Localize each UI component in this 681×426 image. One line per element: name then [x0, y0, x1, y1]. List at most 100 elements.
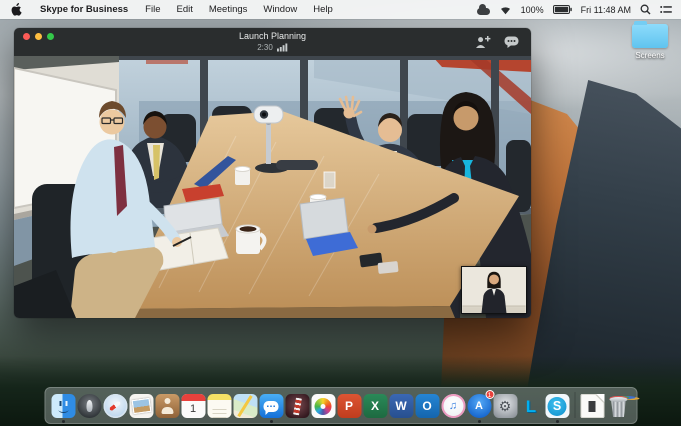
messages-icon: … — [259, 394, 283, 418]
maps-icon — [233, 394, 257, 418]
menu-left: Skype for Business FileEditMeetingsWindo… — [0, 3, 341, 16]
water-glass — [324, 172, 335, 188]
add-participant-icon[interactable] — [475, 36, 491, 48]
preview-icon — [129, 394, 153, 418]
dock-item-maps[interactable] — [233, 394, 257, 418]
notification-badge: 1 — [485, 390, 494, 399]
dock-item-app-store[interactable]: A1 — [467, 394, 491, 418]
surface-tablet — [300, 198, 348, 239]
menu-bar: Skype for Business FileEditMeetingsWindo… — [0, 0, 681, 19]
contacts-icon — [155, 394, 179, 418]
dock-item-skype-business[interactable]: S — [545, 394, 569, 418]
folder-label: Screens — [620, 51, 680, 60]
system-preferences-icon: ⚙ — [493, 394, 517, 418]
document-icon — [580, 394, 604, 418]
dock-item-preview[interactable] — [129, 394, 153, 418]
call-video-area — [14, 56, 531, 318]
self-view-scene — [462, 267, 526, 313]
menu-status-area: 100% Fri 11:48 AM — [477, 4, 681, 15]
menu-window[interactable]: Window — [255, 4, 305, 15]
self-view-video[interactable] — [461, 266, 527, 314]
excel-icon: X — [363, 394, 387, 418]
dock-item-contacts[interactable] — [155, 394, 179, 418]
dock-item-trash[interactable] — [606, 394, 630, 418]
cloud-icon[interactable] — [477, 8, 490, 15]
dock-item-system-preferences[interactable]: ⚙ — [493, 394, 517, 418]
folder-icon — [632, 24, 668, 48]
running-indicator — [62, 420, 65, 423]
calendar-icon: 1 — [181, 394, 205, 418]
powerpoint-glyph: P — [345, 400, 353, 412]
battery-percent[interactable]: 100% — [521, 5, 544, 15]
system-preferences-glyph: ⚙ — [499, 399, 512, 413]
dock: 1…PXWO♫A1⚙LS — [44, 387, 637, 424]
trash-icon — [606, 394, 630, 418]
launchpad-icon — [77, 394, 101, 418]
notes-icon — [207, 394, 231, 418]
call-window: Launch Planning 2:30 — [14, 28, 531, 318]
finder-icon — [51, 394, 75, 418]
running-indicator — [556, 420, 559, 423]
apple-logo-icon — [11, 3, 22, 16]
outlook-glyph: O — [422, 400, 431, 412]
desktop: { "menu_bar": { "app_name": "Skype for B… — [0, 0, 681, 426]
menu-clock[interactable]: Fri 11:48 AM — [581, 5, 631, 15]
photo-booth-icon — [285, 394, 309, 418]
app-store-glyph: A — [475, 401, 483, 412]
itunes-icon: ♫ — [441, 394, 465, 418]
wifi-icon[interactable] — [499, 4, 512, 15]
itunes-glyph: ♫ — [449, 401, 457, 412]
word-glyph: W — [395, 400, 406, 412]
dock-item-outlook[interactable]: O — [415, 394, 439, 418]
titlebar-center: Launch Planning 2:30 — [14, 31, 531, 52]
dock-item-photo-booth[interactable] — [285, 394, 309, 418]
dock-item-powerpoint[interactable]: P — [337, 394, 361, 418]
dock-item-excel[interactable]: X — [363, 394, 387, 418]
chat-icon[interactable] — [504, 36, 519, 48]
signal-strength-icon — [277, 43, 288, 52]
battery-icon[interactable] — [553, 5, 572, 14]
menu-app-name[interactable]: Skype for Business — [31, 4, 137, 15]
skype-business-glyph: S — [548, 397, 567, 416]
photos-icon — [311, 394, 335, 418]
outlook-icon: O — [415, 394, 439, 418]
excel-glyph: X — [371, 400, 379, 412]
lync-glyph: L — [526, 398, 536, 415]
calendar-glyph: 1 — [190, 404, 196, 415]
call-title: Launch Planning — [14, 31, 531, 42]
dock-item-safari[interactable] — [103, 394, 127, 418]
conference-room-video — [14, 56, 531, 318]
phone — [378, 261, 399, 274]
desktop-folder-screens[interactable]: Screens — [620, 24, 680, 60]
lync-icon: L — [519, 394, 543, 418]
dock-item-itunes[interactable]: ♫ — [441, 394, 465, 418]
apple-menu[interactable] — [0, 3, 31, 16]
dock-item-document[interactable] — [580, 394, 604, 418]
dock-item-launchpad[interactable] — [77, 394, 101, 418]
spotlight-search-icon[interactable] — [640, 4, 651, 15]
dock-item-calendar[interactable]: 1 — [181, 394, 205, 418]
powerpoint-icon: P — [337, 394, 361, 418]
skype-business-icon: S — [545, 394, 569, 418]
notification-center-icon[interactable] — [660, 5, 672, 15]
window-titlebar[interactable]: Launch Planning 2:30 — [14, 28, 531, 56]
call-actions — [475, 36, 519, 48]
call-timer: 2:30 — [257, 43, 273, 52]
dock-item-photos[interactable] — [311, 394, 335, 418]
menu-file[interactable]: File — [137, 4, 168, 15]
menu-edit[interactable]: Edit — [168, 4, 200, 15]
running-indicator — [270, 420, 273, 423]
word-icon: W — [389, 394, 413, 418]
menu-help[interactable]: Help — [305, 4, 341, 15]
dock-item-notes[interactable] — [207, 394, 231, 418]
safari-icon — [103, 394, 127, 418]
dock-item-lync[interactable]: L — [519, 394, 543, 418]
messages-glyph: … — [264, 401, 279, 412]
dock-divider — [574, 392, 575, 418]
dock-item-word[interactable]: W — [389, 394, 413, 418]
running-indicator — [478, 420, 481, 423]
dock-item-finder[interactable] — [51, 394, 75, 418]
menu-items: FileEditMeetingsWindowHelp — [137, 4, 341, 15]
menu-meetings[interactable]: Meetings — [201, 4, 256, 15]
dock-item-messages[interactable]: … — [259, 394, 283, 418]
